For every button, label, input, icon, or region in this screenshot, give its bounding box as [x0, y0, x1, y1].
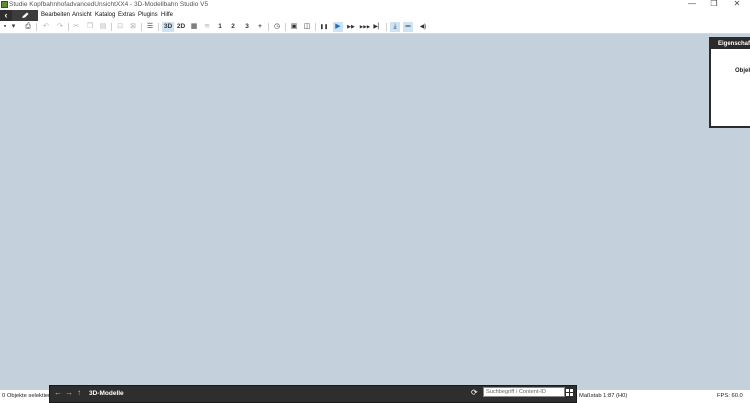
toolbar-divider	[68, 23, 69, 31]
toolbar-divider	[111, 23, 112, 31]
title-bar: Studie KopfbahnhofadvancedUnsichtXX4 - 3…	[0, 0, 750, 10]
chevron-left-icon: ‹	[4, 10, 8, 20]
toolbar-divider	[36, 23, 37, 31]
refresh-icon[interactable]: ⟳	[471, 388, 478, 398]
scale-status: Maßstab 1:87 (H0)	[579, 393, 628, 399]
toolbar-divider	[285, 23, 286, 31]
panel-icon[interactable]: ▣	[289, 22, 299, 32]
close-icon[interactable]: ✕	[728, 0, 746, 9]
toolbar-divider	[141, 23, 142, 31]
sound-icon[interactable]: ◀)	[418, 22, 428, 32]
layer-1-button[interactable]: 1	[215, 22, 225, 32]
minimize-icon[interactable]: —	[683, 0, 701, 9]
catalog-search-input[interactable]: Suchbegriff / Content-ID	[483, 387, 565, 397]
catalog-forward-icon[interactable]: →	[65, 388, 73, 398]
view-3d-button[interactable]: 3D	[162, 22, 174, 32]
equalizer-icon[interactable]: ═	[403, 22, 413, 32]
print-icon[interactable]: ⎙	[23, 22, 33, 32]
menu-hilfe[interactable]: Hilfe	[161, 10, 173, 21]
toolbar-divider	[386, 23, 387, 31]
catalog-back-icon[interactable]: ←	[54, 388, 62, 398]
toolbar-divider	[158, 23, 159, 31]
play-icon[interactable]: ▶	[333, 22, 343, 32]
pause-icon[interactable]: ❚❚	[319, 22, 329, 32]
fast-forward-icon[interactable]: ▶▶	[346, 22, 356, 32]
grid-view-icon[interactable]	[566, 389, 573, 396]
menu-bearbeiten[interactable]: Bearbeiten	[41, 10, 70, 21]
add-layer-button[interactable]: +	[255, 22, 265, 32]
window-title: Studie KopfbahnhofadvancedUnsichtXX4 - 3…	[9, 1, 209, 8]
undo-icon[interactable]: ↶	[41, 22, 51, 32]
cut-icon[interactable]: ✂	[71, 22, 81, 32]
layer-3-button[interactable]: 3	[242, 22, 252, 32]
skip-end-icon[interactable]: ▶▏	[373, 22, 383, 32]
menu-extras[interactable]: Extras	[118, 10, 135, 21]
copy-icon[interactable]: ❐	[85, 22, 95, 32]
catalog-title: 3D-Modelle	[89, 390, 124, 397]
grid-icon[interactable]: ▦	[189, 22, 199, 32]
3d-viewport[interactable]	[0, 34, 750, 390]
menu-katalog[interactable]: Katalog	[95, 10, 115, 21]
layer-2-button[interactable]: 2	[228, 22, 238, 32]
pencil-icon	[22, 12, 29, 18]
menu-plugins[interactable]: Plugins	[138, 10, 158, 21]
group-icon[interactable]: ⊡	[115, 22, 125, 32]
paste-icon[interactable]: ▤	[98, 22, 108, 32]
faster-forward-icon[interactable]: ▶▶▶	[359, 22, 371, 32]
fps-status: FPS: 60.0	[717, 393, 743, 399]
save-dropdown-icon[interactable]: ▾	[10, 22, 17, 32]
properties-header[interactable]: Eigenschaften	[711, 39, 750, 49]
clock-icon[interactable]: ◷	[272, 22, 282, 32]
save-icon[interactable]: ▪	[0, 22, 10, 32]
restore-icon[interactable]: ❐	[705, 0, 723, 9]
edit-mode-button[interactable]	[12, 10, 38, 21]
download-icon[interactable]: ⤓	[390, 22, 400, 32]
ungroup-icon[interactable]: ⊠	[128, 22, 138, 32]
layers-icon[interactable]: ≋	[202, 22, 212, 32]
toolbar-divider	[315, 23, 316, 31]
catalog-up-icon[interactable]: ↑	[77, 388, 81, 398]
properties-body: Objekt	[735, 68, 750, 74]
app-logo-icon	[1, 1, 8, 8]
split-view-icon[interactable]: ◫	[302, 22, 312, 32]
view-2d-button[interactable]: 2D	[175, 22, 187, 32]
list-icon[interactable]: ☰	[145, 22, 155, 32]
properties-panel: Eigenschaften Objekt	[709, 37, 750, 128]
redo-icon[interactable]: ↷	[55, 22, 65, 32]
selection-status: 0 Objekte selektiert	[2, 393, 52, 399]
back-button[interactable]: ‹	[0, 10, 12, 21]
toolbar-divider	[268, 23, 269, 31]
menu-ansicht[interactable]: Ansicht	[72, 10, 92, 21]
